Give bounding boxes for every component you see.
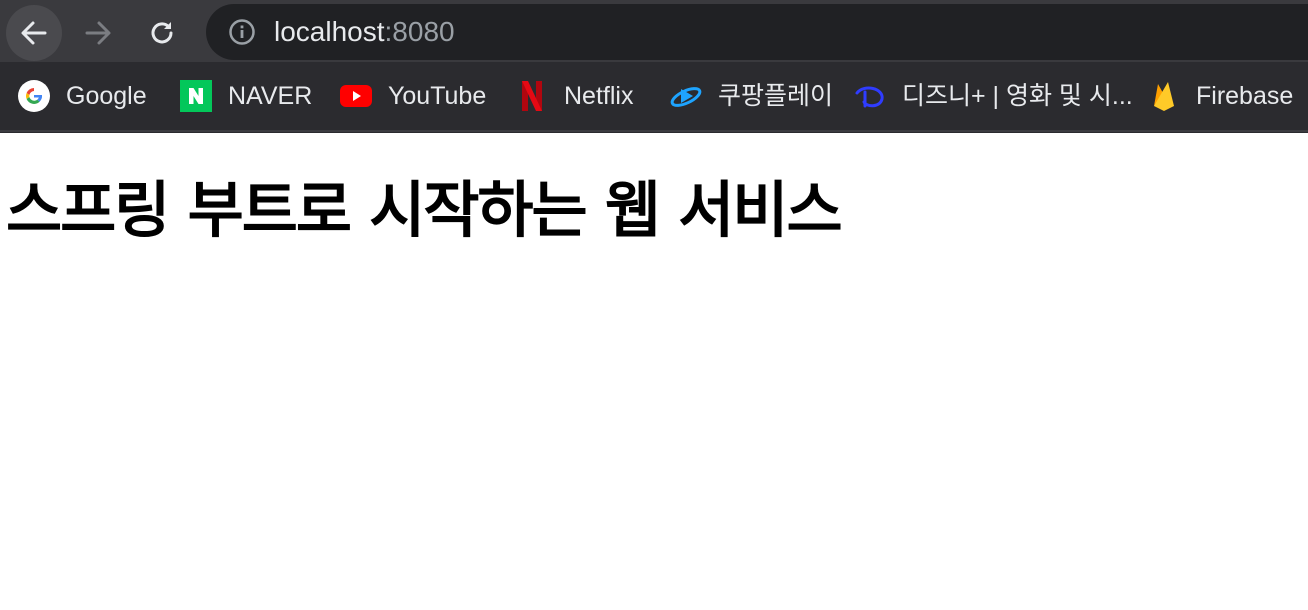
bookmark-label: 디즈니+ | 영화 및 시... xyxy=(902,82,1133,110)
reload-button[interactable] xyxy=(134,5,190,61)
bookmark-youtube[interactable]: YouTube xyxy=(340,78,486,114)
disney-plus-icon xyxy=(854,80,886,112)
info-icon[interactable] xyxy=(228,18,256,46)
youtube-icon xyxy=(340,80,372,112)
bookmark-coupang-play[interactable]: 쿠팡플레이 xyxy=(670,78,833,114)
bookmark-label: Netflix xyxy=(564,82,634,110)
bookmark-label: Google xyxy=(66,82,147,110)
browser-chrome: localhost:8080 Google NAVER YouTube Netf… xyxy=(0,0,1308,133)
bookmark-disney-plus[interactable]: 디즈니+ | 영화 및 시... xyxy=(854,78,1133,114)
bookmark-label: NAVER xyxy=(228,82,313,110)
bookmark-firebase[interactable]: Firebase xyxy=(1148,78,1293,114)
back-button[interactable] xyxy=(6,5,62,61)
browser-toolbar: localhost:8080 xyxy=(0,0,1308,62)
netflix-icon xyxy=(516,80,548,112)
firebase-icon xyxy=(1148,80,1180,112)
coupang-play-icon xyxy=(670,80,702,112)
reload-icon xyxy=(151,22,173,44)
arrow-right-icon xyxy=(85,21,111,45)
bookmark-label: 쿠팡플레이 xyxy=(718,82,834,110)
bookmarks-bar: Google NAVER YouTube Netflix 쿠팡플레이 디즈니+ … xyxy=(0,62,1308,132)
google-icon xyxy=(18,80,50,112)
forward-button[interactable] xyxy=(70,5,126,61)
url-text[interactable]: localhost:8080 xyxy=(274,16,455,48)
url-host: localhost xyxy=(274,16,385,47)
bookmark-naver[interactable]: NAVER xyxy=(180,78,312,114)
url-port: :8080 xyxy=(384,16,455,47)
naver-icon xyxy=(180,80,212,112)
page-title: 스프링 부트로 시작하는 웹 서비스 xyxy=(6,175,843,246)
page-content: 스프링 부트로 시작하는 웹 서비스 xyxy=(0,133,1308,610)
bookmark-label: YouTube xyxy=(388,82,487,110)
bookmark-google[interactable]: Google xyxy=(18,78,147,114)
bookmark-label: Firebase xyxy=(1196,82,1294,110)
bookmark-netflix[interactable]: Netflix xyxy=(516,78,633,114)
address-bar[interactable]: localhost:8080 xyxy=(206,4,1308,60)
arrow-left-icon xyxy=(21,21,47,45)
